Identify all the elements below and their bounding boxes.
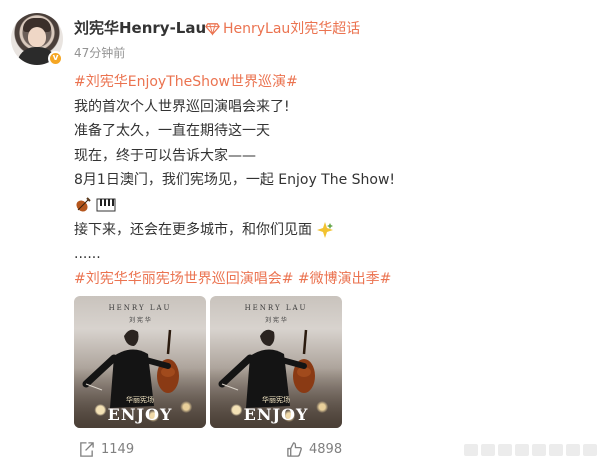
verified-badge: v: [48, 51, 63, 66]
post-footer: 1149 4898: [0, 436, 611, 464]
piano-emoji: [96, 198, 116, 212]
sparkle-emoji: [317, 221, 334, 238]
photo-name-en: HENRY LAU: [244, 304, 308, 312]
photo-name-cn: 刘 宪 华: [265, 317, 287, 324]
photo-subtitle: 华丽宪场: [126, 396, 154, 404]
share-count: 1149: [101, 442, 135, 457]
super-topic-link[interactable]: HenryLau刘宪华超话: [205, 18, 360, 38]
diamond-icon: [205, 22, 220, 36]
like-button[interactable]: 4898: [286, 441, 342, 458]
post-time[interactable]: 47分钟前: [74, 44, 125, 61]
photo-name-en: HENRY LAU: [108, 304, 172, 312]
content-line: 现在，终于可以告诉大家——: [74, 147, 256, 164]
content-line: 接下来，还会在更多城市，和你们见面: [74, 218, 594, 243]
super-topic-label: HenryLau刘宪华超话: [223, 21, 361, 37]
content-line: ......: [74, 246, 101, 263]
content-line: 准备了太久，一直在期待这一天: [74, 123, 270, 140]
violin-emoji: [76, 197, 91, 212]
author-name[interactable]: 刘宪华Henry-Lau: [74, 17, 206, 38]
photo-name-cn: 刘 宪 华: [129, 317, 151, 324]
content-line: 我的首次个人世界巡回演唱会来了!: [74, 98, 290, 115]
photo-grid: HENRY LAU 刘 宪 华 华丽宪场 ENJOY HENRY LAU 刘 宪…: [74, 296, 342, 428]
photo-subtitle: 华丽宪场: [262, 396, 290, 404]
share-icon: [80, 442, 94, 457]
hashtag-link[interactable]: #刘宪华华丽宪场世界巡回演唱会#: [74, 271, 293, 287]
content-line: [74, 193, 594, 218]
thumbs-up-icon: [287, 442, 302, 457]
photo-title: ENJOY: [107, 405, 173, 424]
watermark-decoration: [464, 444, 597, 456]
content-line: #刘宪华华丽宪场世界巡回演唱会# #微博演出季#: [74, 267, 594, 292]
content-line: #刘宪华EnjoyTheShow世界巡演#: [74, 70, 594, 95]
photo-title: ENJOY: [243, 405, 309, 424]
share-button[interactable]: 1149: [78, 441, 134, 458]
content-line: 8月1日澳门，我们宪场见，一起 Enjoy The Show!: [74, 172, 396, 189]
like-count: 4898: [309, 442, 343, 457]
post-content: #刘宪华EnjoyTheShow世界巡演# 我的首次个人世界巡回演唱会来了! 准…: [74, 70, 594, 291]
hashtag-link[interactable]: #微博演出季#: [298, 271, 391, 287]
post-photo[interactable]: HENRY LAU 刘 宪 华 华丽宪场 ENJOY: [210, 296, 342, 428]
post-photo[interactable]: HENRY LAU 刘 宪 华 华丽宪场 ENJOY: [74, 296, 206, 428]
hashtag-link[interactable]: #刘宪华EnjoyTheShow世界巡演#: [74, 74, 298, 90]
